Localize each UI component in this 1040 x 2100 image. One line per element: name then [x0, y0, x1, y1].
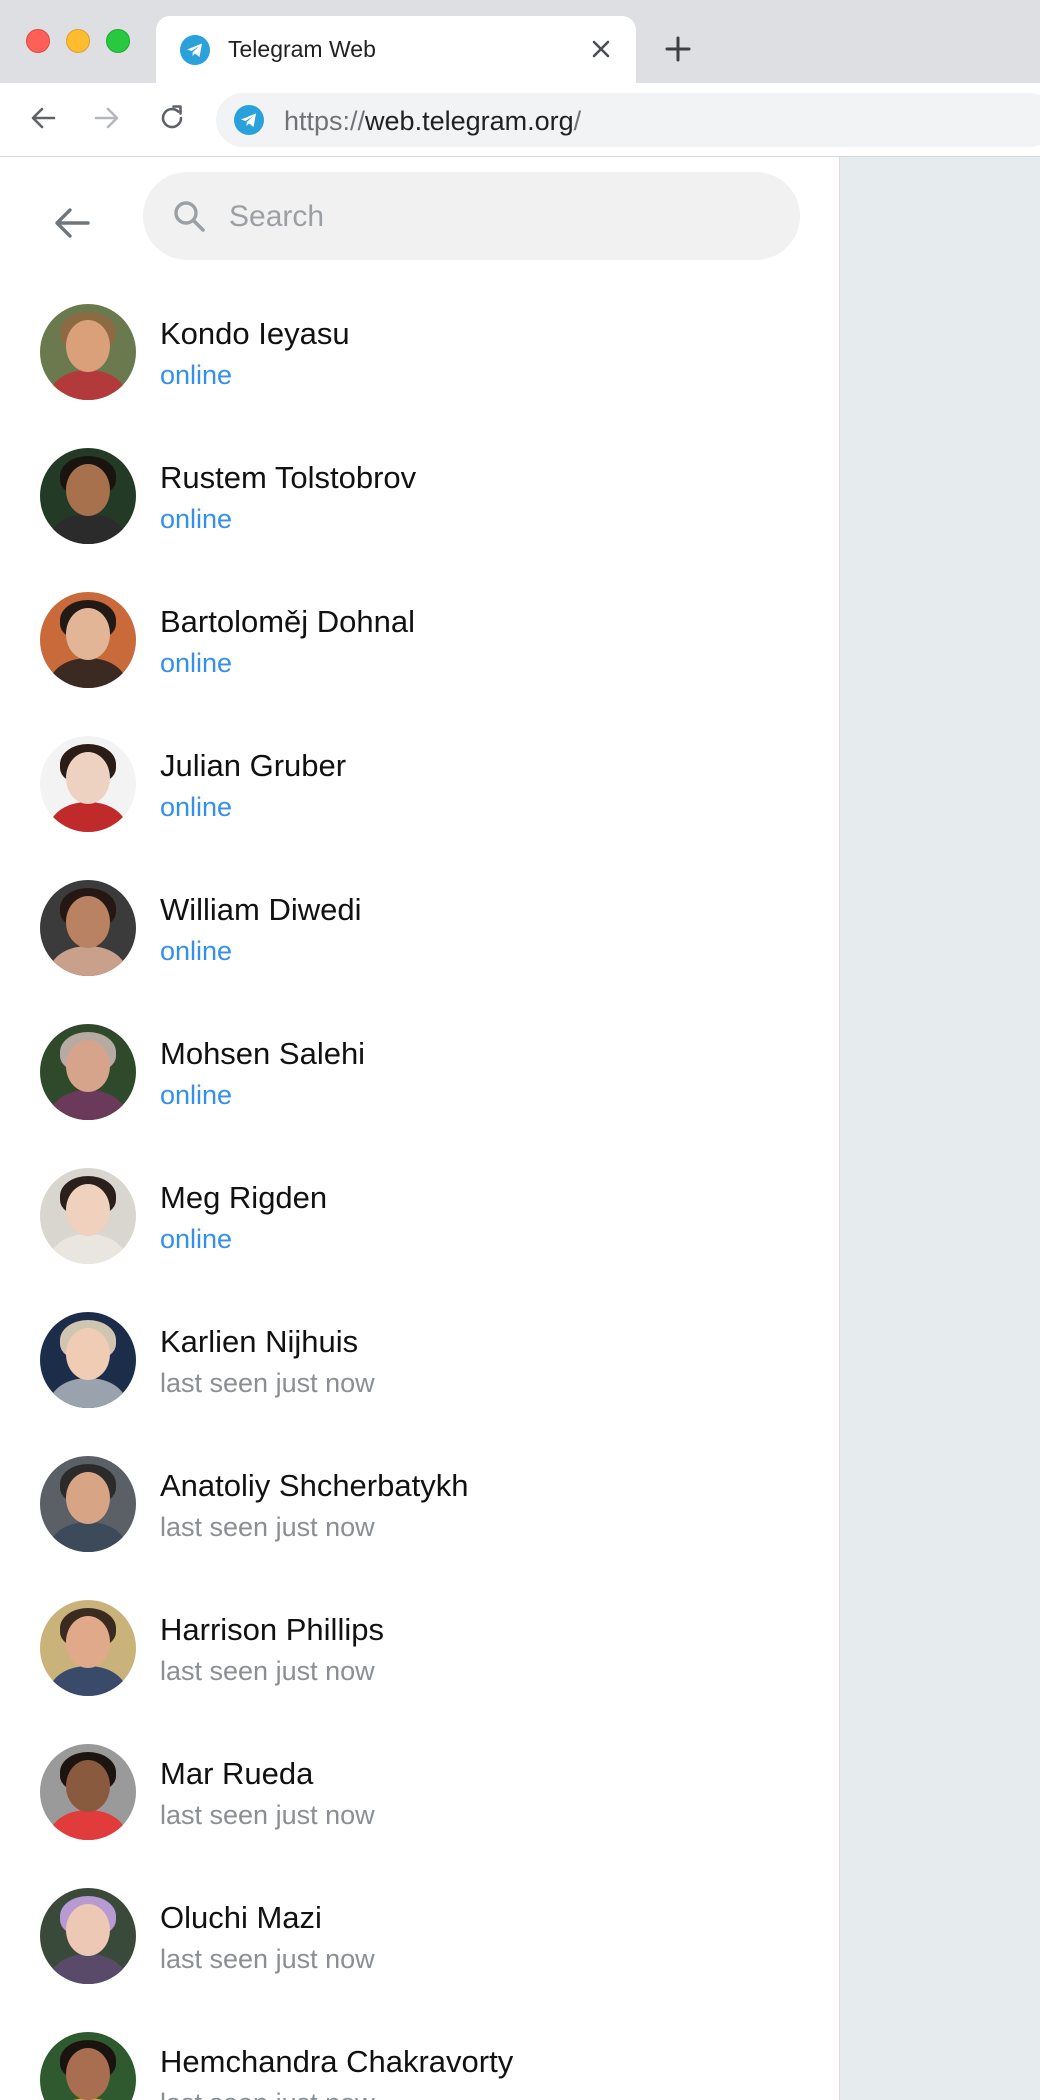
contact-item[interactable]: Meg Rigden online	[0, 1150, 839, 1294]
contact-item[interactable]: Hemchandra Chakravorty last seen just now	[0, 2014, 839, 2100]
contact-name: Mar Rueda	[160, 1756, 314, 1791]
contact-name: Rustem Tolstobrov	[160, 460, 417, 495]
avatar	[40, 1312, 136, 1408]
close-window-button[interactable]	[26, 29, 50, 53]
contact-name: Oluchi Mazi	[160, 1900, 322, 1935]
contact-item[interactable]: Mar Rueda last seen just now	[0, 1726, 839, 1870]
contact-status: online	[160, 1224, 233, 1254]
browser-forward-icon[interactable]	[92, 103, 122, 133]
url-path: /	[573, 106, 582, 136]
avatar	[40, 1168, 136, 1264]
contact-status: last seen just now	[160, 2088, 375, 2100]
address-url[interactable]: https://web.telegram.org/	[284, 106, 581, 137]
contact-name: Anatoliy Shcherbatykh	[160, 1468, 469, 1503]
avatar	[40, 592, 136, 688]
contact-status: last seen just now	[160, 1368, 375, 1398]
url-scheme: https://	[284, 106, 366, 136]
avatar	[40, 304, 136, 400]
contact-status: online	[160, 792, 233, 822]
contact-name: Bartoloměj Dohnal	[160, 604, 416, 639]
url-host: web.telegram.org	[365, 106, 574, 136]
avatar	[40, 880, 136, 976]
search-input[interactable]	[227, 172, 771, 262]
avatar	[40, 736, 136, 832]
contacts-list: Kondo Ieyasu online Rustem Tolstobrov onlin…	[0, 286, 839, 2100]
contact-item[interactable]: Karlien Nijhuis last seen just now	[0, 1294, 839, 1438]
avatar	[40, 1888, 136, 1984]
contact-status: last seen just now	[160, 1800, 375, 1830]
contact-status: last seen just now	[160, 1512, 375, 1542]
contact-name: Kondo Ieyasu	[160, 316, 350, 351]
avatar	[40, 2032, 136, 2100]
contact-item[interactable]: Oluchi Mazi last seen just now	[0, 1870, 839, 2014]
contact-name: Hemchandra Chakravorty	[160, 2044, 514, 2079]
avatar	[40, 1600, 136, 1696]
tab-title: Telegram Web	[228, 36, 376, 62]
contact-name: Meg Rigden	[160, 1180, 328, 1215]
contact-name: Julian Gruber	[160, 748, 347, 783]
reload-icon[interactable]	[157, 103, 187, 133]
telegram-site-icon	[234, 105, 264, 135]
contact-status: online	[160, 1080, 233, 1110]
avatar	[40, 1744, 136, 1840]
avatar	[40, 1456, 136, 1552]
browser-tab-telegram[interactable]: Telegram Web	[156, 16, 636, 83]
contact-status: online	[160, 360, 233, 390]
contact-item[interactable]: Rustem Tolstobrov online	[0, 430, 839, 574]
avatar	[40, 448, 136, 544]
contact-status: online	[160, 648, 233, 678]
contact-name: Mohsen Salehi	[160, 1036, 366, 1071]
contact-item[interactable]: Mohsen Salehi online	[0, 1006, 839, 1150]
browser-tab-bar: Telegram Web	[0, 0, 1040, 83]
contacts-sidebar: Kondo Ieyasu online Rustem Tolstobrov onlin…	[0, 157, 840, 2100]
back-arrow-icon[interactable]	[50, 201, 94, 245]
search-box[interactable]	[143, 172, 800, 262]
contact-status: online	[160, 504, 233, 534]
address-bar[interactable]: https://web.telegram.org/	[216, 93, 1040, 147]
contact-item[interactable]: Kondo Ieyasu online	[0, 286, 839, 430]
new-tab-icon[interactable]	[664, 35, 692, 63]
contact-status: last seen just now	[160, 1944, 375, 1974]
browser-toolbar: https://web.telegram.org/	[0, 83, 1040, 157]
contact-name: William Diwedi	[160, 892, 362, 927]
contact-name: Karlien Nijhuis	[160, 1324, 359, 1359]
minimize-window-button[interactable]	[66, 29, 90, 53]
chat-placeholder-pane	[840, 157, 1040, 2100]
contact-item[interactable]: Bartoloměj Dohnal online	[0, 574, 839, 718]
contact-item[interactable]: Anatoliy Shcherbatykh last seen just now	[0, 1438, 839, 1582]
telegram-logo-icon	[180, 35, 210, 65]
contact-item[interactable]: Harrison Phillips last seen just now	[0, 1582, 839, 1726]
contact-item[interactable]: Julian Gruber online	[0, 718, 839, 862]
contact-item[interactable]: William Diwedi online	[0, 862, 839, 1006]
search-icon	[174, 201, 205, 232]
maximize-window-button[interactable]	[106, 29, 130, 53]
close-tab-icon[interactable]	[590, 38, 612, 60]
browser-back-icon[interactable]	[28, 103, 58, 133]
avatar	[40, 1024, 136, 1120]
contact-name: Harrison Phillips	[160, 1612, 384, 1647]
contact-status: online	[160, 936, 233, 966]
contact-status: last seen just now	[160, 1656, 375, 1686]
